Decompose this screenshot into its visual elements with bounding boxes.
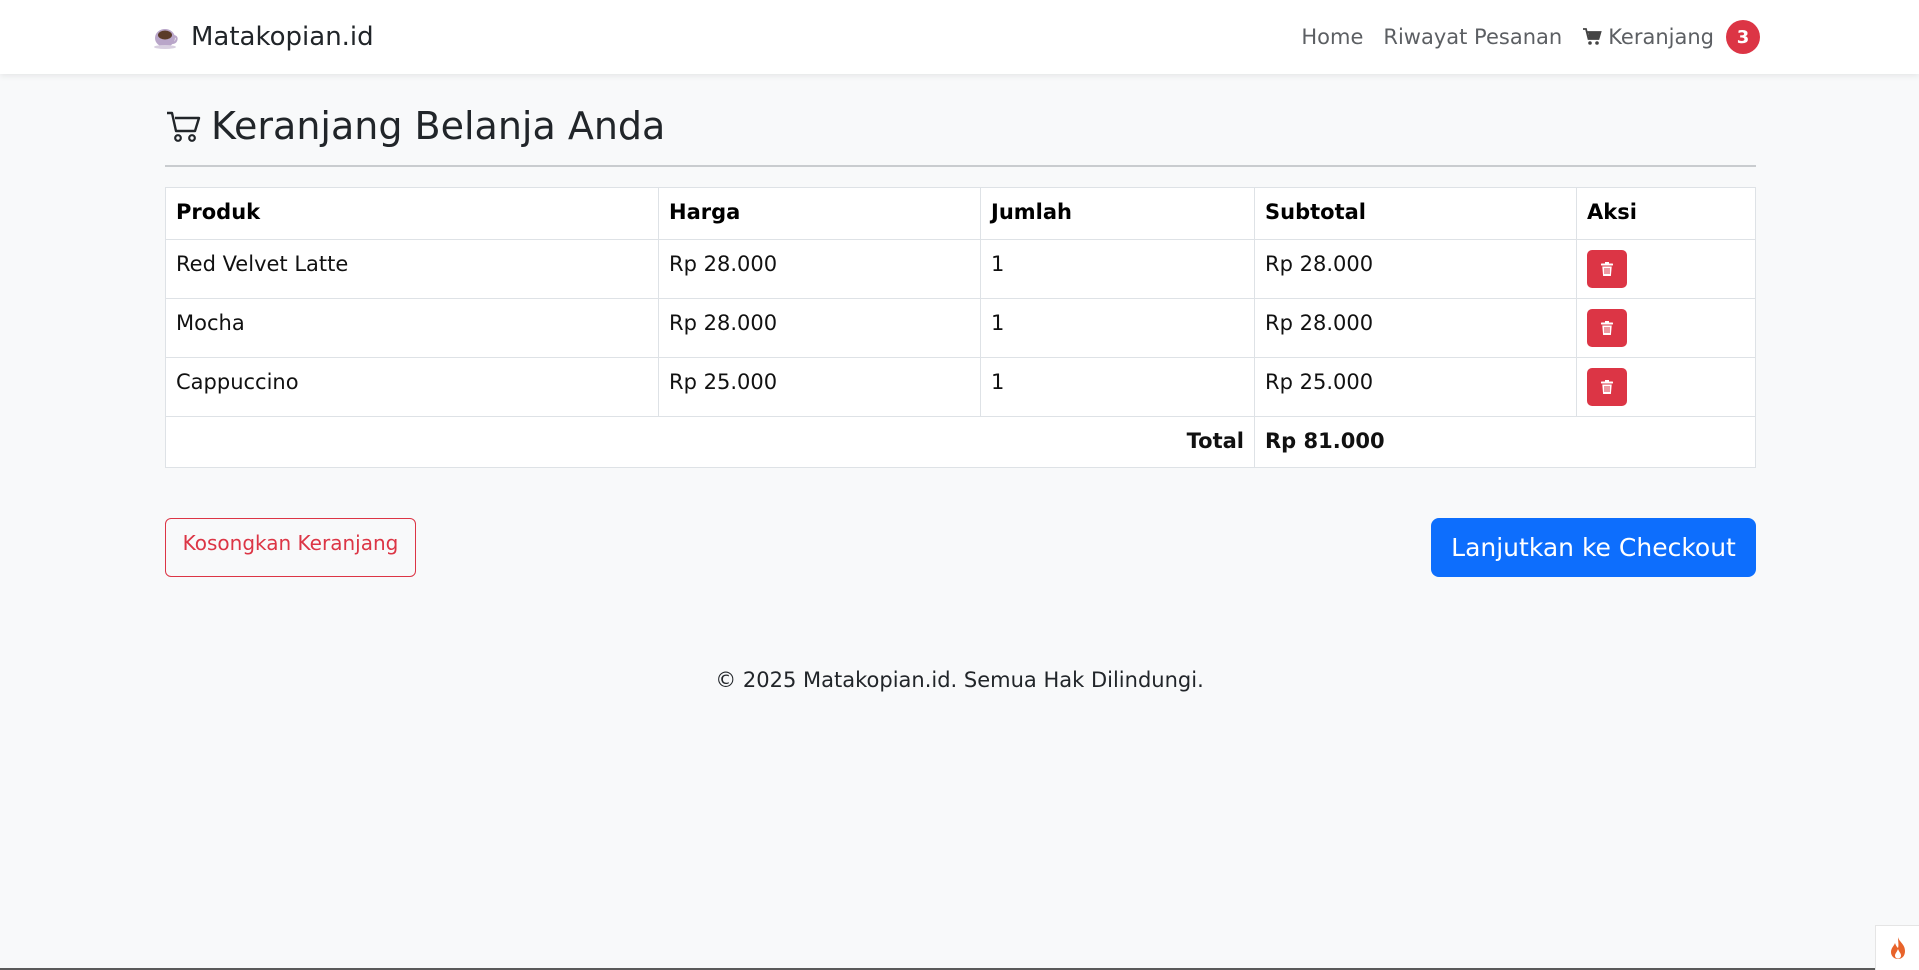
table-row: Red Velvet Latte Rp 28.000 1 Rp 28.000 bbox=[165, 239, 1756, 299]
brand-name: Matakopian.id bbox=[191, 22, 374, 52]
navbar: Matakopian.id Home Riwayat Pesanan Keran… bbox=[0, 0, 1919, 74]
product-qty: 1 bbox=[980, 239, 1255, 299]
trash-icon bbox=[1601, 321, 1613, 335]
checkout-button[interactable]: Lanjutkan ke Checkout bbox=[1431, 518, 1756, 577]
nav-cart-link[interactable]: Keranjang 3 bbox=[1582, 20, 1760, 54]
table-row: Mocha Rp 28.000 1 Rp 28.000 bbox=[165, 298, 1756, 358]
brand-link[interactable]: Matakopian.id bbox=[153, 18, 374, 56]
nav-cart-label: Keranjang bbox=[1608, 25, 1714, 49]
header-subtotal: Subtotal bbox=[1254, 187, 1577, 240]
header-product: Produk bbox=[165, 187, 659, 240]
cart-icon bbox=[1582, 27, 1602, 47]
product-subtotal: Rp 25.000 bbox=[1254, 357, 1577, 417]
row-action-cell bbox=[1576, 298, 1756, 358]
table-header-row: Produk Harga Jumlah Subtotal Aksi bbox=[165, 187, 1756, 240]
product-qty: 1 bbox=[980, 298, 1255, 358]
coffee-cup-icon bbox=[153, 24, 179, 50]
table-row: Cappuccino Rp 25.000 1 Rp 25.000 bbox=[165, 357, 1756, 417]
header-action: Aksi bbox=[1576, 187, 1756, 240]
product-subtotal: Rp 28.000 bbox=[1254, 298, 1577, 358]
product-name: Cappuccino bbox=[165, 357, 659, 417]
nav-history-link[interactable]: Riwayat Pesanan bbox=[1383, 25, 1562, 49]
product-price: Rp 25.000 bbox=[658, 357, 981, 417]
product-name: Mocha bbox=[165, 298, 659, 358]
total-label: Total bbox=[165, 416, 1255, 468]
product-qty: 1 bbox=[980, 357, 1255, 417]
product-price: Rp 28.000 bbox=[658, 298, 981, 358]
product-subtotal: Rp 28.000 bbox=[1254, 239, 1577, 299]
cart-icon bbox=[165, 108, 201, 144]
title-divider bbox=[165, 165, 1756, 167]
cart-count-badge: 3 bbox=[1726, 20, 1760, 54]
delete-item-button[interactable] bbox=[1587, 368, 1627, 406]
nav-home-link[interactable]: Home bbox=[1301, 25, 1363, 49]
page-title-text: Keranjang Belanja Anda bbox=[211, 104, 666, 148]
total-row: Total Rp 81.000 bbox=[165, 416, 1756, 468]
trash-icon bbox=[1601, 262, 1613, 276]
total-value: Rp 81.000 bbox=[1254, 416, 1756, 468]
row-action-cell bbox=[1576, 239, 1756, 299]
corner-widget[interactable] bbox=[1875, 925, 1919, 970]
nav-links: Home Riwayat Pesanan Keranjang 3 bbox=[1301, 18, 1760, 56]
product-name: Red Velvet Latte bbox=[165, 239, 659, 299]
row-action-cell bbox=[1576, 357, 1756, 417]
flame-icon bbox=[1890, 937, 1905, 959]
page-title: Keranjang Belanja Anda bbox=[165, 100, 665, 152]
trash-icon bbox=[1601, 380, 1613, 394]
delete-item-button[interactable] bbox=[1587, 250, 1627, 288]
header-price: Harga bbox=[658, 187, 981, 240]
footer-text: © 2025 Matakopian.id. Semua Hak Dilindun… bbox=[715, 668, 1204, 692]
delete-item-button[interactable] bbox=[1587, 309, 1627, 347]
product-price: Rp 28.000 bbox=[658, 239, 981, 299]
clear-cart-button[interactable]: Kosongkan Keranjang bbox=[165, 518, 416, 577]
cart-table: Produk Harga Jumlah Subtotal Aksi Red Ve… bbox=[165, 187, 1756, 468]
header-qty: Jumlah bbox=[980, 187, 1255, 240]
